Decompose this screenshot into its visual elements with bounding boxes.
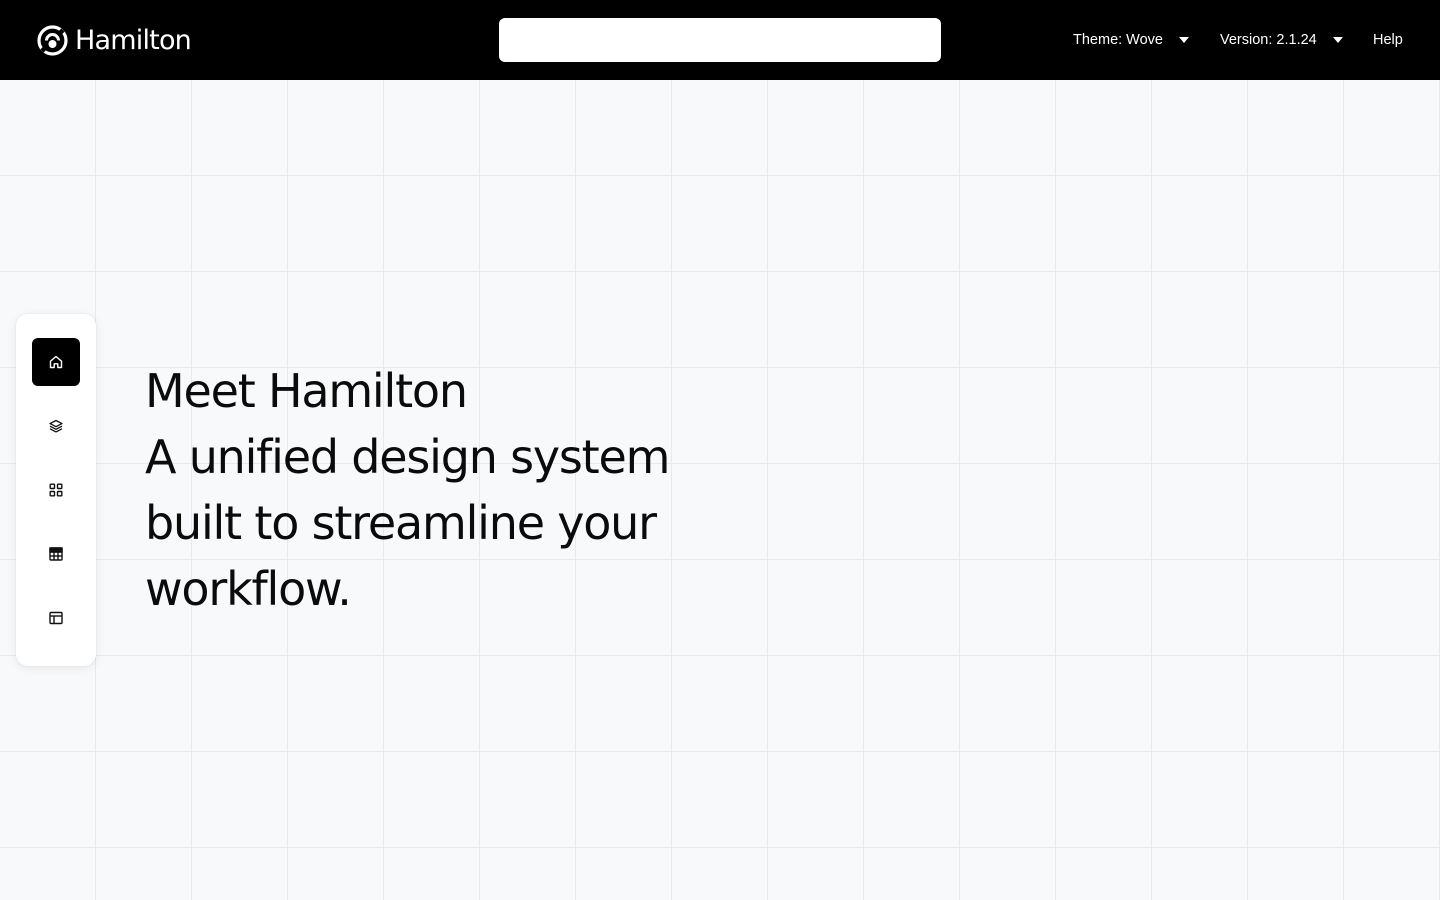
nav-layouts[interactable] [32,594,80,642]
nav-home[interactable] [32,338,80,386]
nav-layers[interactable] [32,402,80,450]
version-dropdown-label: Version: 2.1.24 [1220,32,1317,48]
caret-down-icon [1179,37,1189,43]
layers-icon [49,419,63,433]
hamilton-logo-icon [37,25,68,56]
version-dropdown[interactable]: Version: 2.1.24 [1220,28,1343,52]
table-icon [49,547,63,561]
brand[interactable]: Hamilton [36,24,192,57]
home-icon [49,355,63,369]
hero-subtitle-line: built to streamline your [145,496,657,550]
search-input[interactable] [499,18,941,62]
caret-down-icon [1332,37,1343,43]
help-link[interactable]: Help [1373,28,1403,52]
theme-dropdown[interactable]: Theme: Wove [1073,28,1189,52]
layout-icon [49,611,63,625]
hero-title: Meet Hamilton [145,364,468,418]
nav-tables[interactable] [32,530,80,578]
side-navigation [16,314,96,666]
hero-subtitle-line: workflow. [145,562,352,616]
theme-dropdown-label: Theme: Wove [1073,32,1163,48]
top-bar: Hamilton Theme: Wove Version: 2.1.24 Hel… [0,0,1440,80]
grid-icon [49,483,63,497]
brand-name: Hamilton [75,25,192,56]
nav-components[interactable] [32,466,80,514]
hero-heading: Meet Hamilton A unified design system bu… [145,358,765,622]
hero-subtitle-line: A unified design system [145,430,670,484]
help-link-label: Help [1373,32,1403,48]
